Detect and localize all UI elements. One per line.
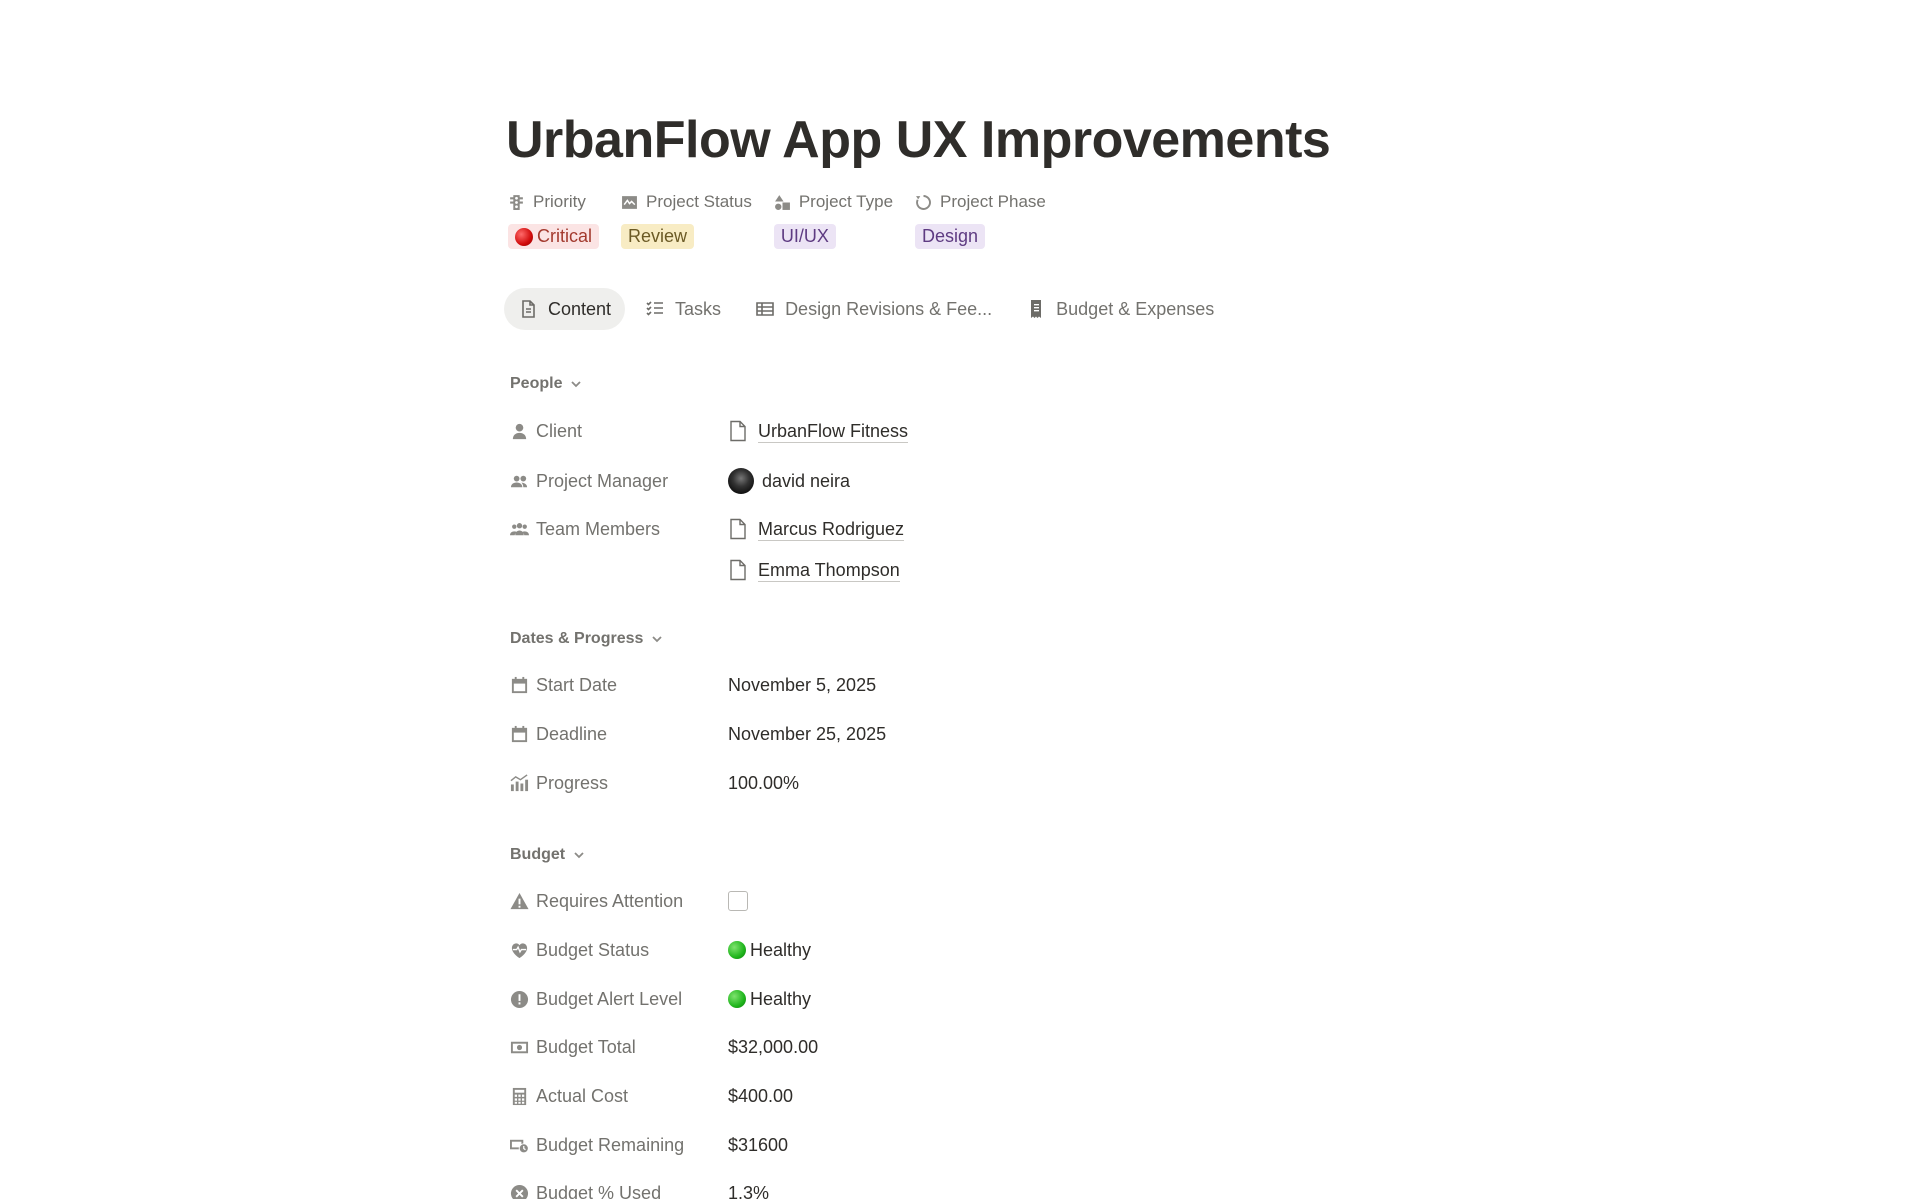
property-row-deadline: Deadline November 25, 2025 bbox=[506, 718, 1406, 750]
property-row-start-date: Start Date November 5, 2025 bbox=[506, 669, 1406, 701]
property-row-budget-total: Budget Total $32,000.00 bbox=[506, 1031, 1406, 1063]
property-row-progress: Progress 100.00% bbox=[506, 767, 1406, 799]
traffic-light-icon bbox=[510, 194, 523, 210]
property-row-team-members-2: Emma Thompson bbox=[506, 554, 1406, 586]
property-name: Project Status bbox=[646, 192, 752, 211]
property-row-budget-alert-level: Budget Alert Level Healthy bbox=[506, 983, 1406, 1015]
tab-design-revisions[interactable]: Design Revisions & Fee... bbox=[741, 288, 1006, 330]
tab-content[interactable]: Content bbox=[504, 288, 626, 330]
type-tag[interactable]: UI/UX bbox=[773, 224, 836, 249]
budget-status-value: Healthy bbox=[750, 939, 812, 960]
budget-percent-used-value: 1.3% bbox=[728, 1182, 770, 1199]
client-link[interactable]: UrbanFlow Fitness bbox=[758, 420, 909, 443]
money-clock-icon bbox=[510, 1139, 529, 1153]
property-name: Project Type bbox=[798, 192, 894, 211]
group-icon bbox=[510, 522, 529, 535]
property-project-type[interactable]: Project Type UI/UX bbox=[773, 190, 894, 249]
tab-tasks[interactable]: Tasks bbox=[631, 288, 735, 330]
calendar-icon bbox=[511, 676, 528, 693]
view-tabs: Content Tasks Design Revisions & Fee... … bbox=[504, 288, 1234, 330]
section-toggle-budget[interactable]: Budget bbox=[510, 846, 585, 864]
section-toggle-people[interactable]: People bbox=[510, 375, 582, 393]
person-icon bbox=[512, 423, 527, 439]
property-label: Actual Cost bbox=[536, 1085, 629, 1106]
property-label: Requires Attention bbox=[536, 890, 684, 911]
cycle-icon bbox=[916, 194, 931, 210]
warning-icon bbox=[510, 892, 529, 909]
activity-icon bbox=[622, 195, 637, 209]
property-label: Budget Status bbox=[536, 939, 650, 960]
header-properties: Priority Critical Project Status Review … bbox=[508, 190, 1068, 249]
deadline-value: November 25, 2025 bbox=[728, 723, 887, 744]
status-tag[interactable]: Review bbox=[621, 224, 695, 249]
property-row-budget-remaining: Budget Remaining $31600 bbox=[506, 1129, 1406, 1161]
start-date-value: November 5, 2025 bbox=[728, 674, 877, 695]
budget-remaining-value: $31600 bbox=[728, 1134, 789, 1155]
calculator-icon bbox=[512, 1087, 527, 1105]
team-member-link[interactable]: Marcus Rodriguez bbox=[758, 518, 905, 541]
red-circle-icon bbox=[515, 227, 533, 246]
green-circle-icon bbox=[728, 990, 746, 1008]
receipt-icon bbox=[1031, 300, 1042, 318]
phase-tag[interactable]: Design bbox=[915, 224, 986, 249]
property-label: Deadline bbox=[536, 723, 608, 744]
tab-budget-expenses[interactable]: Budget & Expenses bbox=[1012, 288, 1228, 330]
page-icon bbox=[730, 420, 746, 442]
page-title[interactable]: UrbanFlow App UX Improvements bbox=[506, 108, 1331, 172]
property-label: Budget Alert Level bbox=[536, 988, 683, 1009]
property-project-phase[interactable]: Project Phase Design bbox=[915, 190, 1046, 249]
property-row-client: Client UrbanFlow Fitness bbox=[506, 415, 1406, 447]
page-content: UrbanFlow App UX Improvements Priority C… bbox=[504, 0, 1506, 1199]
property-label: Progress bbox=[536, 772, 609, 793]
page-icon bbox=[730, 518, 746, 540]
requires-attention-checkbox[interactable] bbox=[728, 891, 748, 911]
property-label: Budget % Used bbox=[536, 1182, 662, 1199]
document-icon bbox=[522, 300, 535, 318]
property-row-project-manager: Project Manager david neira bbox=[506, 465, 1406, 497]
heart-pulse-icon bbox=[511, 942, 528, 958]
property-label: Team Members bbox=[536, 518, 661, 539]
property-label: Budget Remaining bbox=[536, 1134, 685, 1155]
property-label: Start Date bbox=[536, 674, 618, 695]
property-row-budget-status: Budget Status Healthy bbox=[506, 934, 1406, 966]
property-label: Project Manager bbox=[536, 470, 669, 491]
shapes-icon bbox=[774, 194, 790, 210]
actual-cost-value: $400.00 bbox=[728, 1085, 794, 1106]
property-priority[interactable]: Priority Critical bbox=[508, 190, 600, 249]
property-row-actual-cost: Actual Cost $400.00 bbox=[506, 1080, 1406, 1112]
property-label: Client bbox=[536, 420, 583, 441]
progress-value: 100.00% bbox=[728, 772, 800, 793]
section-toggle-dates-progress[interactable]: Dates & Progress bbox=[510, 630, 663, 648]
property-row-budget-percent-used: Budget % Used 1.3% bbox=[506, 1177, 1406, 1199]
green-circle-icon bbox=[728, 941, 746, 959]
x-circle-icon bbox=[510, 1184, 529, 1199]
property-name: Priority bbox=[533, 192, 586, 211]
property-row-requires-attention: Requires Attention bbox=[506, 885, 1406, 917]
money-bill-icon bbox=[510, 1041, 529, 1053]
budget-alert-value: Healthy bbox=[750, 988, 812, 1009]
avatar bbox=[728, 468, 754, 494]
people-icon bbox=[510, 475, 528, 487]
property-label: Budget Total bbox=[536, 1036, 636, 1057]
page-icon bbox=[730, 559, 746, 581]
property-name: Project Phase bbox=[940, 192, 1046, 211]
property-row-team-members: Team Members Marcus Rodriguez bbox=[506, 513, 1406, 545]
team-member-link[interactable]: Emma Thompson bbox=[758, 559, 900, 582]
priority-tag[interactable]: Critical bbox=[508, 224, 600, 249]
project-manager-name[interactable]: david neira bbox=[762, 471, 850, 492]
budget-total-value: $32,000.00 bbox=[728, 1036, 819, 1057]
chevron-down-icon bbox=[574, 852, 584, 859]
calendar-icon bbox=[511, 725, 528, 742]
checklist-icon bbox=[646, 301, 664, 316]
chevron-down-icon bbox=[652, 636, 663, 643]
chevron-down-icon bbox=[571, 381, 582, 388]
exclamation-circle-icon bbox=[510, 990, 529, 1008]
table-icon bbox=[756, 302, 774, 316]
chart-progress-icon bbox=[510, 773, 529, 791]
property-project-status[interactable]: Project Status Review bbox=[621, 190, 752, 249]
